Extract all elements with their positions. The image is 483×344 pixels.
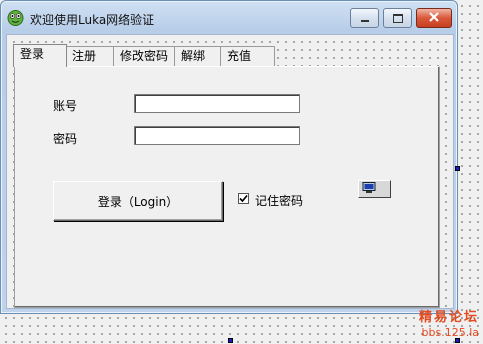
watermark-title: 精易论坛: [418, 310, 479, 325]
watermark-url: bbs.125.la: [421, 326, 479, 339]
maximize-icon: [392, 13, 403, 23]
forum-watermark: 精易论坛 bbs.125.la: [419, 310, 479, 340]
minimize-button[interactable]: [350, 8, 379, 28]
maximize-button[interactable]: [383, 8, 412, 28]
remember-password-checkbox[interactable]: [238, 193, 249, 204]
password-label: 密码: [53, 132, 78, 146]
password-field[interactable]: [134, 126, 300, 145]
close-icon: [428, 11, 440, 26]
tab-recharge[interactable]: 充值: [220, 46, 275, 66]
minimize-icon: [360, 20, 369, 22]
remember-password-label[interactable]: 记住密码: [255, 192, 303, 209]
resize-handle-right[interactable]: [455, 166, 460, 171]
resize-handle-bottom[interactable]: [228, 338, 233, 343]
account-label: 账号: [53, 99, 78, 113]
login-button[interactable]: 登录（Login）: [53, 181, 223, 221]
computer-control-widget[interactable]: [358, 180, 391, 198]
tab-login[interactable]: 登录: [13, 44, 67, 67]
account-field[interactable]: [134, 94, 300, 113]
computer-icon: [362, 182, 376, 197]
checkmark-icon: [239, 192, 248, 206]
window-title: 欢迎使用Luka网络验证: [30, 13, 155, 27]
title-bar[interactable]: 欢迎使用Luka网络验证: [1, 1, 457, 35]
frog-face-icon: [7, 9, 24, 26]
close-button[interactable]: [416, 8, 452, 28]
